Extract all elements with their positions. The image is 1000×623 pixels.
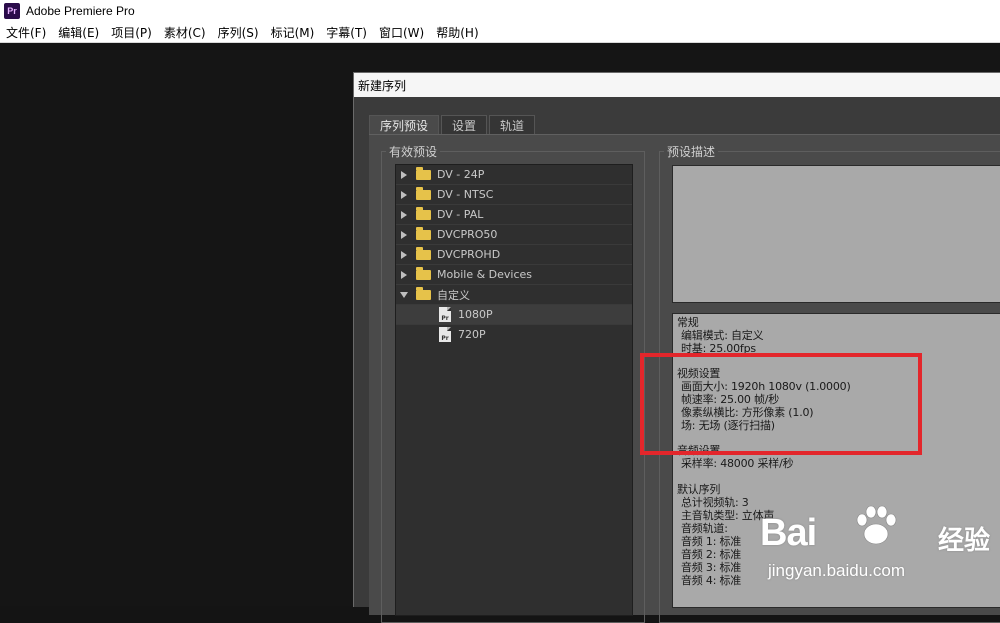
expand-arrow-icon[interactable] bbox=[401, 190, 407, 199]
info-sample-rate: 采样率: 48000 采样/秒 bbox=[681, 457, 794, 470]
expand-arrow-icon[interactable] bbox=[401, 270, 407, 279]
tree-item-label: DV - NTSC bbox=[437, 188, 494, 201]
tab-settings[interactable]: 设置 bbox=[441, 115, 488, 135]
menu-bar: 文件(F) 编辑(E) 项目(P) 素材(C) 序列(S) 标记(M) 字幕(T… bbox=[0, 22, 1000, 43]
folder-icon bbox=[416, 186, 431, 200]
preset-file-icon: Pr bbox=[439, 307, 451, 322]
info-audio-2: 音频 2: 标准 bbox=[681, 548, 742, 561]
tree-item-label: 720P bbox=[458, 328, 486, 341]
info-total-video-tracks: 总计视频轨: 3 bbox=[681, 496, 749, 509]
tree-item-dv-pal[interactable]: DV - PAL bbox=[396, 205, 632, 225]
menu-title[interactable]: 字幕(T) bbox=[320, 24, 373, 41]
tree-item-dv-ntsc[interactable]: DV - NTSC bbox=[396, 185, 632, 205]
folder-icon bbox=[416, 226, 431, 240]
tree-item-label: DVCPRO50 bbox=[437, 228, 498, 241]
dialog-title: 新建序列 bbox=[354, 73, 1000, 97]
presets-tree[interactable]: DV - 24P DV - NTSC DV - PAL DVCPRO50 DVC… bbox=[395, 164, 633, 616]
tree-item-dv-24p[interactable]: DV - 24P bbox=[396, 165, 632, 185]
tree-item-label: 自定义 bbox=[437, 288, 470, 302]
watermark-url: jingyan.baidu.com bbox=[768, 561, 906, 580]
baidu-jingyan-watermark: Bai 经验 jingyan.baidu.com bbox=[760, 498, 990, 588]
watermark-jingyan: 经验 bbox=[938, 526, 991, 556]
info-audio-1: 音频 1: 标准 bbox=[681, 535, 742, 548]
folder-icon bbox=[416, 166, 431, 180]
expand-arrow-icon[interactable] bbox=[401, 250, 407, 259]
folder-icon bbox=[416, 286, 431, 300]
tree-item-mobile-devices[interactable]: Mobile & Devices bbox=[396, 265, 632, 285]
folder-icon bbox=[416, 246, 431, 260]
expand-arrow-icon[interactable] bbox=[401, 170, 407, 179]
tree-item-label: 1080P bbox=[458, 308, 493, 321]
presets-label: 有效预设 bbox=[386, 143, 441, 160]
tab-tracks[interactable]: 轨道 bbox=[489, 115, 536, 135]
paw-icon bbox=[856, 505, 897, 545]
info-audio-3: 音频 3: 标准 bbox=[681, 561, 742, 574]
info-audio-4: 音频 4: 标准 bbox=[681, 574, 742, 587]
menu-file[interactable]: 文件(F) bbox=[0, 24, 52, 41]
tab-sequence-presets[interactable]: 序列预设 bbox=[369, 115, 440, 135]
watermark-logo: Bai bbox=[760, 512, 817, 554]
info-default-seq-header: 默认序列 bbox=[677, 483, 721, 496]
info-edit-mode: 编辑模式: 自定义 bbox=[681, 329, 764, 342]
tree-item-custom[interactable]: 自定义 bbox=[396, 285, 632, 305]
info-general-header: 常规 bbox=[677, 316, 699, 329]
tree-item-dvcpro50[interactable]: DVCPRO50 bbox=[396, 225, 632, 245]
tree-item-label: Mobile & Devices bbox=[437, 268, 533, 281]
premiere-app-icon: Pr bbox=[4, 3, 20, 19]
folder-icon bbox=[416, 266, 431, 280]
tree-item-dvcprohd[interactable]: DVCPROHD bbox=[396, 245, 632, 265]
app-title: Adobe Premiere Pro bbox=[26, 4, 135, 18]
menu-help[interactable]: 帮助(H) bbox=[430, 24, 484, 41]
tree-item-1080p[interactable]: Pr 1080P bbox=[396, 305, 632, 325]
preset-description-box bbox=[672, 165, 1000, 303]
description-label: 预设描述 bbox=[664, 143, 719, 160]
red-highlight-box bbox=[640, 353, 922, 455]
tree-item-720p[interactable]: Pr 720P bbox=[396, 325, 632, 344]
tree-item-label: DV - PAL bbox=[437, 208, 484, 221]
title-bar: Pr Adobe Premiere Pro bbox=[0, 0, 1000, 22]
expand-arrow-icon[interactable] bbox=[401, 210, 407, 219]
menu-edit[interactable]: 编辑(E) bbox=[52, 24, 105, 41]
menu-sequence[interactable]: 序列(S) bbox=[212, 24, 265, 41]
menu-project[interactable]: 项目(P) bbox=[105, 24, 158, 41]
collapse-arrow-icon[interactable] bbox=[400, 291, 408, 298]
dialog-tabs: 序列预设 设置 轨道 bbox=[369, 115, 537, 135]
menu-clip[interactable]: 素材(C) bbox=[158, 24, 212, 41]
preset-file-icon: Pr bbox=[439, 327, 451, 342]
tree-item-label: DVCPROHD bbox=[437, 248, 501, 261]
menu-marker[interactable]: 标记(M) bbox=[265, 24, 321, 41]
menu-window[interactable]: 窗口(W) bbox=[373, 24, 430, 41]
tree-item-label: DV - 24P bbox=[437, 168, 485, 181]
folder-icon bbox=[416, 206, 431, 220]
info-audio-tracks: 音频轨道: bbox=[681, 522, 728, 535]
expand-arrow-icon[interactable] bbox=[401, 230, 407, 239]
